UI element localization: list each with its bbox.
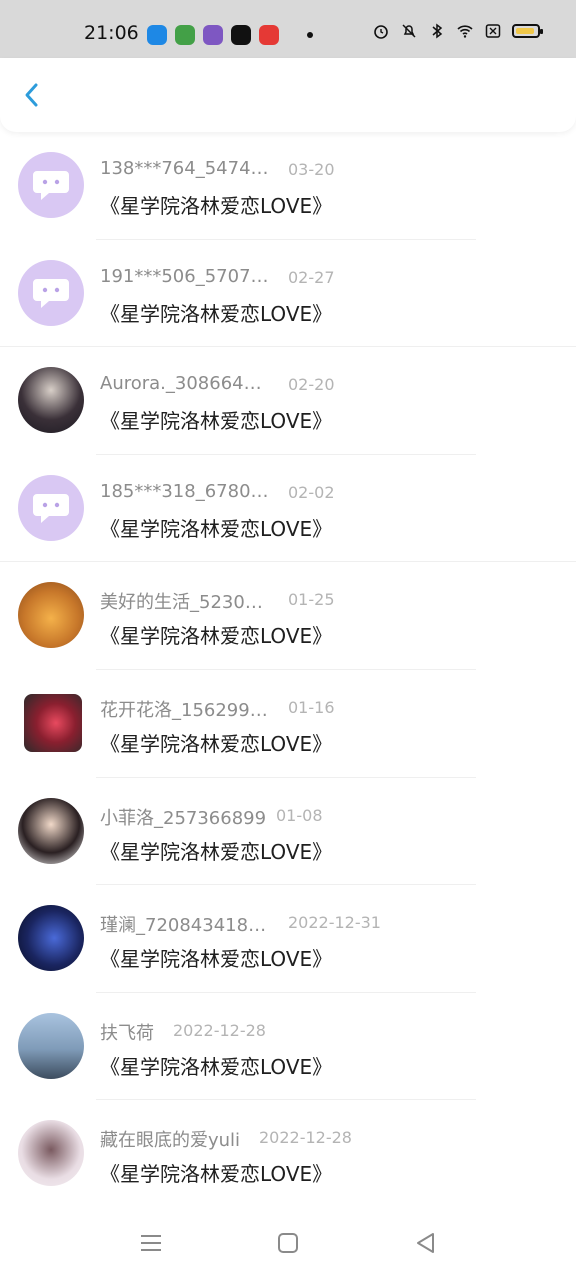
avatar	[18, 1012, 84, 1079]
wifi-icon	[457, 25, 473, 38]
list-item[interactable]: Aurora._30866421… 02-20 《星学院洛林爱恋LOVE》	[0, 347, 576, 455]
status-time: 21:06	[84, 22, 139, 44]
system-nav-bar	[0, 1210, 576, 1280]
sim-icon	[485, 24, 501, 38]
list-item[interactable]: 191***506_570702… 02-27 《星学院洛林爱恋LOVE》	[0, 240, 576, 348]
mute-icon	[402, 24, 416, 38]
app-icon-5	[259, 25, 279, 45]
message-date: 03-20	[288, 160, 335, 179]
message-date: 02-27	[288, 267, 335, 287]
list-item[interactable]: 美好的生活_52305… 01-25 《星学院洛林爱恋LOVE》	[0, 562, 576, 670]
app-icon-2	[175, 25, 195, 45]
message-date: 02-20	[288, 375, 335, 395]
menu-icon[interactable]	[136, 1228, 166, 1258]
battery-icon	[512, 24, 543, 38]
app-icon-1	[147, 25, 167, 45]
message-content: 《星学院洛林爱恋LOVE》	[100, 1054, 333, 1079]
tiktok-icon	[231, 25, 251, 45]
message-date: 2022-12-28	[259, 1128, 352, 1148]
chat-bubble-icon	[33, 171, 69, 200]
avatar	[18, 259, 84, 326]
avatar	[18, 797, 84, 864]
top-header	[0, 58, 576, 132]
message-content: 《星学院洛林爱恋LOVE》	[100, 624, 333, 649]
message-date: 02-02	[288, 482, 335, 502]
notification-icons	[147, 25, 313, 45]
sender-name: Aurora._30866421…	[100, 373, 270, 395]
message-content: 《星学院洛林爱恋LOVE》	[100, 409, 333, 434]
list-item[interactable]: 185***318_67801… 02-02 《星学院洛林爱恋LOVE》	[0, 455, 576, 563]
sender-name: 小菲洛_257366899	[100, 807, 267, 829]
message-list: 138***764_54743… 03-20 《星学院洛林爱恋LOVE》 191…	[0, 132, 576, 1208]
status-bar: 21:06	[0, 0, 576, 62]
message-content: 《星学院洛林爱恋LOVE》	[100, 194, 333, 218]
sender-name: 191***506_570702…	[100, 265, 270, 287]
message-content: 《星学院洛林爱恋LOVE》	[100, 947, 333, 972]
sender-name: 花开花洛_156299…	[100, 699, 268, 721]
list-item[interactable]: 小菲洛_257366899 01-08 《星学院洛林爱恋LOVE》	[0, 778, 576, 886]
alarm-icon	[374, 25, 388, 39]
chat-bubble-icon	[33, 493, 69, 523]
avatar	[18, 474, 84, 541]
avatar	[18, 152, 84, 218]
message-date: 01-25	[288, 590, 335, 610]
home-icon[interactable]	[273, 1228, 303, 1258]
list-item[interactable]: 138***764_54743… 03-20 《星学院洛林爱恋LOVE》	[0, 132, 576, 240]
list-item[interactable]: 花开花洛_156299… 01-16 《星学院洛林爱恋LOVE》	[0, 670, 576, 778]
sender-name: 138***764_54743…	[100, 158, 270, 179]
sender-name: 扶飞荷	[100, 1022, 154, 1044]
status-right-icons	[372, 22, 543, 40]
avatar	[18, 367, 84, 434]
sender-name: 瑾澜_7208434186…	[100, 915, 270, 937]
back-triangle-icon[interactable]	[411, 1228, 441, 1258]
app-icon-3	[203, 25, 223, 45]
chat-bubble-icon	[33, 278, 69, 308]
avatar	[18, 582, 84, 649]
list-item[interactable]: 扶飞荷 2022-12-28 《星学院洛林爱恋LOVE》	[0, 993, 576, 1101]
message-content: 《星学院洛林爱恋LOVE》	[100, 839, 333, 864]
list-item[interactable]: 藏在眼底的爱yuli 2022-12-28 《星学院洛林爱恋LOVE》	[0, 1100, 576, 1208]
message-date: 2022-12-31	[288, 913, 381, 933]
message-content: 《星学院洛林爱恋LOVE》	[100, 731, 333, 756]
list-item[interactable]: 瑾澜_7208434186… 2022-12-31 《星学院洛林爱恋LOVE》	[0, 885, 576, 993]
avatar	[18, 1120, 84, 1187]
message-content: 《星学院洛林爱恋LOVE》	[100, 516, 333, 541]
message-content: 《星学院洛林爱恋LOVE》	[100, 1162, 333, 1187]
more-notifications-dot	[307, 32, 313, 38]
chevron-left-icon[interactable]	[18, 80, 48, 110]
sender-name: 185***318_67801…	[100, 480, 270, 502]
bluetooth-icon	[432, 23, 443, 39]
message-date: 2022-12-28	[173, 1020, 266, 1040]
message-date: 01-08	[276, 805, 323, 825]
avatar	[18, 905, 84, 972]
message-date: 01-16	[288, 697, 335, 717]
sender-name: 藏在眼底的爱yuli	[100, 1130, 241, 1152]
message-content: 《星学院洛林爱恋LOVE》	[100, 301, 333, 326]
sender-name: 美好的生活_52305…	[100, 592, 270, 614]
avatar	[24, 693, 82, 752]
